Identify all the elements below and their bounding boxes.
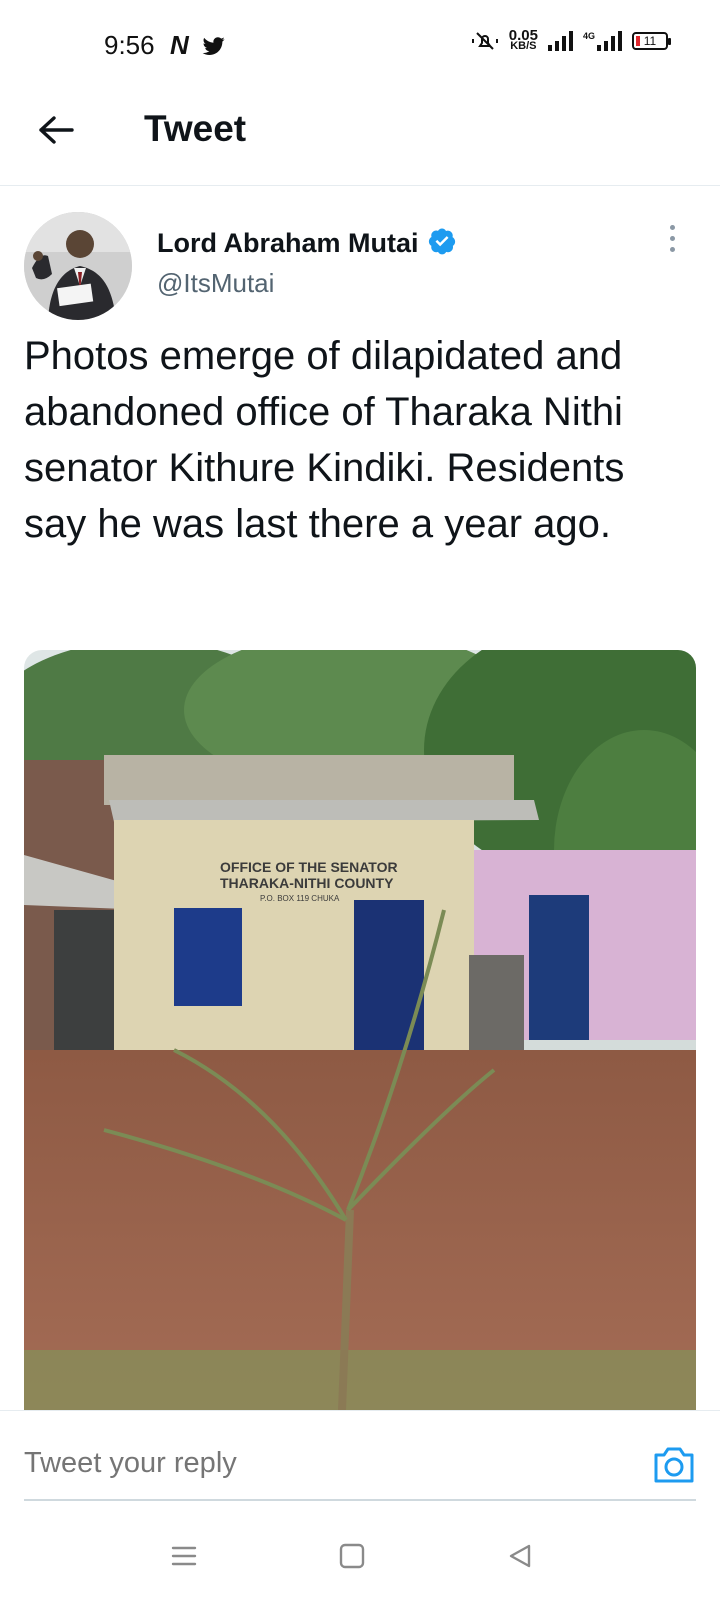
reply-input[interactable] (24, 1447, 584, 1480)
reply-divider (24, 1499, 696, 1501)
network-type: 4G (582, 31, 595, 41)
more-options-button[interactable] (660, 222, 684, 254)
verified-badge-icon (428, 228, 456, 255)
more-dot-icon (669, 246, 675, 252)
signal-4g-icon: 4G (583, 31, 622, 51)
avatar-image (24, 212, 132, 320)
status-bar: 9:56 N 0.05 KB/S 4G 11 (0, 0, 720, 90)
tweet-media-image[interactable]: OFFICE OF THE SENATOR THARAKA-NITHI COUN… (24, 650, 696, 1410)
camera-icon (654, 1447, 694, 1483)
signal-icon (547, 31, 573, 51)
reply-bar (0, 1410, 720, 1510)
tweet-author: Lord Abraham Mutai @ItsMutai (24, 212, 696, 322)
netflix-n-icon: N (170, 30, 189, 60)
speed-unit: KB/S (510, 40, 537, 52)
arrow-left-icon (39, 116, 74, 144)
notification-icons: N (170, 30, 226, 61)
nav-back-button[interactable] (502, 1540, 538, 1572)
more-dot-icon (669, 224, 675, 230)
sign-line-1: OFFICE OF THE SENATOR (220, 859, 398, 875)
mute-icon (471, 32, 498, 50)
status-right: 0.05 KB/S 4G 11 (471, 28, 671, 52)
home-button[interactable] (334, 1540, 370, 1572)
page-title: Tweet (144, 108, 247, 149)
system-nav-bar (0, 1510, 720, 1600)
avatar[interactable] (24, 212, 132, 320)
office-photo: OFFICE OF THE SENATOR THARAKA-NITHI COUN… (24, 650, 696, 1410)
network-speed: 0.05 KB/S (509, 28, 538, 52)
twitter-bird-icon (202, 36, 225, 55)
tweet-text: Photos emerge of dilapidated and abandon… (24, 334, 625, 546)
menu-button[interactable] (166, 1540, 202, 1572)
back-triangle-icon (509, 1544, 531, 1568)
status-time: 9:56 (104, 30, 155, 60)
menu-icon (171, 1546, 197, 1566)
battery-icon: 11 (632, 32, 671, 50)
tweet-header: Tweet (0, 90, 720, 186)
author-handle[interactable]: @ItsMutai (157, 268, 274, 299)
battery-level: 11 (643, 34, 657, 48)
more-dot-icon (669, 235, 675, 241)
sign-line-3: P.O. BOX 119 CHUKA (260, 894, 340, 903)
camera-button[interactable] (652, 1445, 696, 1485)
sign-line-2: THARAKA-NITHI COUNTY (220, 875, 394, 891)
home-square-icon (339, 1543, 365, 1569)
back-button[interactable] (36, 110, 76, 150)
author-name[interactable]: Lord Abraham Mutai (157, 228, 419, 259)
